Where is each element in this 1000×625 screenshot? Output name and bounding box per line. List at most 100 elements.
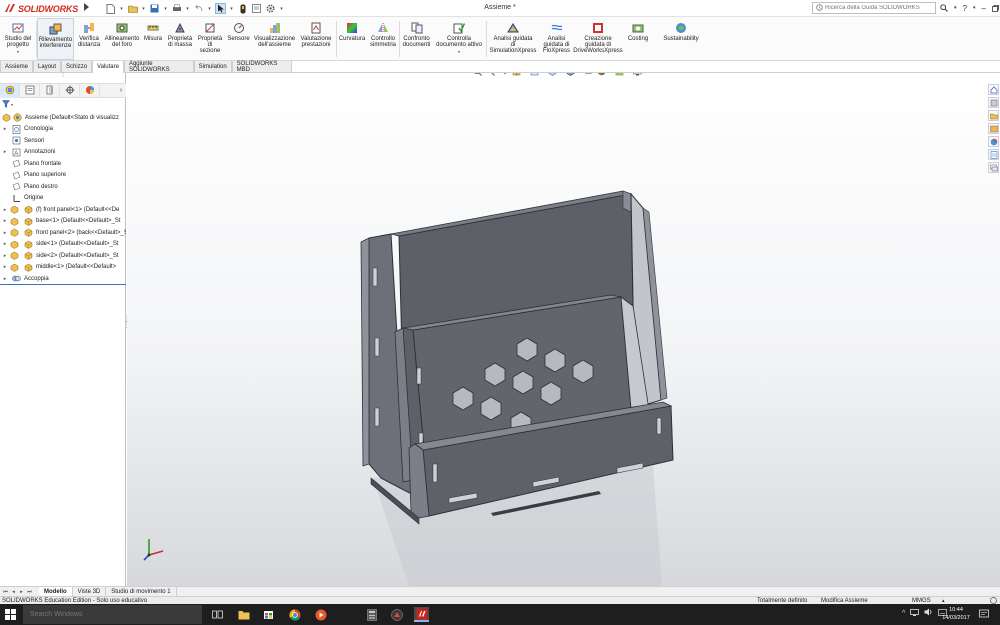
tab-schizzo[interactable]: Schizzo: [61, 61, 93, 73]
options-gear-icon[interactable]: [265, 3, 276, 14]
first-tab-icon[interactable]: ⏮: [2, 588, 9, 595]
tree-item[interactable]: ▸ A Annotazioni: [0, 147, 126, 159]
tree-expand-arrow-icon[interactable]: ▸: [2, 149, 8, 155]
display-style-icon[interactable]: [565, 73, 575, 77]
restore-window-icon[interactable]: [992, 4, 999, 12]
open-document-icon[interactable]: [127, 3, 138, 14]
sustainability-button[interactable]: Sustainability: [660, 18, 702, 60]
filter-dropdown-icon[interactable]: ▾: [11, 102, 13, 107]
minimize-window-icon[interactable]: –: [981, 4, 985, 13]
last-tab-icon[interactable]: ⏭: [26, 588, 33, 595]
print-dropdown-icon[interactable]: ▾: [185, 3, 190, 14]
costing-button[interactable]: Costing: [624, 18, 652, 60]
tree-filter[interactable]: ▾: [2, 99, 13, 109]
tab-viste-3d[interactable]: Viste 3D: [73, 586, 107, 597]
tray-expand-icon[interactable]: ^: [902, 610, 905, 617]
file-explorer-app-icon[interactable]: [236, 607, 251, 622]
tree-expand-arrow-icon[interactable]: ▸: [2, 126, 8, 132]
tree-item[interactable]: Piano frontale: [0, 158, 126, 170]
help-search-box[interactable]: [812, 2, 936, 14]
new-document-icon[interactable]: [105, 3, 116, 14]
file-explorer-icon[interactable]: [988, 110, 999, 121]
forum-icon[interactable]: [988, 162, 999, 173]
calculator-app-icon[interactable]: [364, 607, 379, 622]
volume-icon[interactable]: [924, 608, 933, 618]
interference-detection-button[interactable]: Rilevamento interferenze: [37, 18, 74, 60]
tree-item[interactable]: Assieme (Default<Stato di visualizz: [0, 112, 126, 124]
menu-expand-arrow-icon[interactable]: [84, 3, 89, 11]
tree-item[interactable]: ▸ Cronologia: [0, 124, 126, 136]
tree-expand-arrow-icon[interactable]: ▸: [2, 276, 8, 282]
select-cursor-icon[interactable]: [215, 3, 226, 14]
save-dropdown-icon[interactable]: ▾: [163, 3, 168, 14]
windows-search-input[interactable]: [30, 611, 190, 618]
tree-item[interactable]: ▸ side<1> (Default<<Default>_St: [0, 239, 126, 251]
assembly-3d-model[interactable]: [353, 178, 913, 586]
tree-expand-arrow-icon[interactable]: ▸: [2, 230, 8, 236]
mass-properties-button[interactable]: Proprietà di massa: [166, 18, 194, 60]
display-manager-tab[interactable]: [80, 84, 100, 98]
display-style-dropdown-icon[interactable]: ▾: [578, 73, 580, 74]
open-dropdown-icon[interactable]: ▾: [141, 3, 146, 14]
previous-view-icon[interactable]: [498, 73, 508, 77]
help-dropdown-icon[interactable]: ▾: [973, 5, 976, 11]
tab-aggiunte-solidworks[interactable]: Aggiunte SOLIDWORKS: [123, 61, 194, 73]
sensor-button[interactable]: Sensore: [226, 18, 251, 60]
search-icon[interactable]: [940, 4, 948, 12]
view-orientation-dropdown-icon[interactable]: ▾: [560, 73, 562, 74]
performance-evaluation-button[interactable]: Valutazione prestazioni: [298, 18, 334, 60]
prev-tab-icon[interactable]: ◂: [10, 588, 17, 595]
windows-start-icon[interactable]: [5, 609, 16, 620]
curvature-button[interactable]: Curvatura: [337, 18, 367, 60]
rebuild-icon[interactable]: [237, 3, 248, 14]
help-question-icon[interactable]: ?: [963, 4, 967, 13]
tree-expand-arrow-icon[interactable]: ▸: [2, 218, 8, 224]
tree-expand-arrow-icon[interactable]: ▸: [2, 241, 8, 247]
graphics-area[interactable]: ▾ ▾ ▾ ▾ ▾ ▾ ▾: [127, 73, 1000, 586]
panel-more-chevron-icon[interactable]: ›: [116, 84, 126, 97]
edrawings-app-icon[interactable]: [389, 607, 404, 622]
store-app-icon[interactable]: [261, 607, 276, 622]
section-view-dropdown-icon[interactable]: ▾: [524, 73, 526, 74]
tree-item[interactable]: ▸ side<2> (Default<<Default>_St: [0, 250, 126, 262]
task-view-icon[interactable]: [210, 607, 225, 622]
options-dropdown-icon[interactable]: ▾: [279, 3, 284, 14]
next-tab-icon[interactable]: ▸: [18, 588, 25, 595]
custom-properties-icon[interactable]: [988, 149, 999, 160]
tree-item[interactable]: ▸ middle<1> (Default<<Default>: [0, 262, 126, 274]
tree-item[interactable]: ▸ base<1> (Default<<Default>_St: [0, 216, 126, 228]
action-center-icon[interactable]: [979, 609, 990, 620]
file-properties-icon[interactable]: [251, 3, 262, 14]
design-library-icon[interactable]: [988, 97, 999, 108]
tree-expand-arrow-icon[interactable]: ▸: [2, 264, 8, 270]
view-palette-icon[interactable]: [988, 123, 999, 134]
measure-button[interactable]: Misura: [142, 18, 164, 60]
windows-search-box[interactable]: [23, 605, 202, 624]
solidworks-app-icon[interactable]: [414, 607, 429, 622]
apply-scene-icon[interactable]: [614, 73, 624, 77]
media-app-icon[interactable]: [313, 607, 328, 622]
tree-item[interactable]: ▸ (f) front panel<1> (Default<<De: [0, 204, 126, 216]
tree-item[interactable]: Piano destro: [0, 181, 126, 193]
tree-expand-arrow-icon[interactable]: ▸: [2, 253, 8, 259]
new-dropdown-icon[interactable]: ▾: [119, 3, 124, 14]
design-study-button[interactable]: Studio del progetto ▾: [2, 18, 34, 60]
help-search-input[interactable]: [825, 5, 925, 11]
chrome-app-icon[interactable]: [287, 607, 302, 622]
hide-show-items-icon[interactable]: [583, 73, 593, 77]
tree-item[interactable]: Piano superiore: [0, 170, 126, 182]
tree-item[interactable]: ▸ front panel<2> (back<<Default>_St: [0, 227, 126, 239]
print-icon[interactable]: [171, 3, 182, 14]
tab-modello[interactable]: Modello: [39, 586, 73, 597]
apply-scene-dropdown-icon[interactable]: ▾: [627, 73, 629, 74]
zoom-to-area-icon[interactable]: [485, 73, 495, 77]
assembly-visualization-button[interactable]: Visualizzazione dell'assieme: [252, 18, 297, 60]
solidworks-logo[interactable]: SOLIDWORKS: [4, 2, 78, 15]
check-active-dropdown-icon[interactable]: ▾: [458, 49, 460, 55]
dimxpert-manager-tab[interactable]: [60, 84, 80, 98]
property-manager-tab[interactable]: [20, 84, 40, 98]
section-properties-button[interactable]: Proprietà di sezione: [196, 18, 224, 60]
view-settings-dropdown-icon[interactable]: ▾: [645, 73, 647, 74]
rollback-bar[interactable]: [0, 284, 126, 285]
design-study-dropdown-icon[interactable]: ▾: [17, 49, 19, 55]
